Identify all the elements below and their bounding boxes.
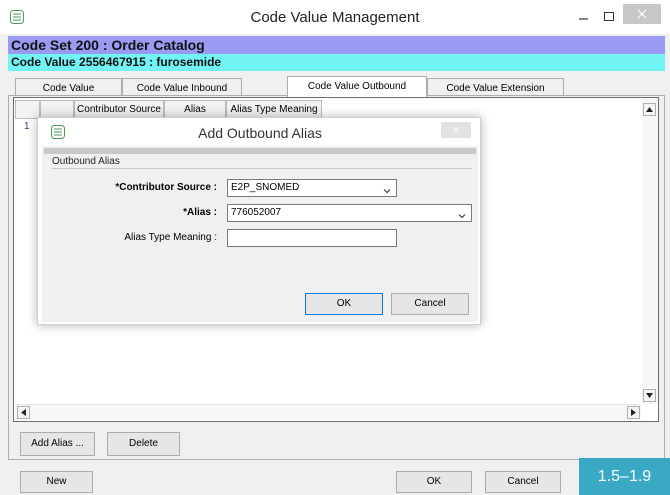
close-button[interactable] <box>623 4 661 24</box>
dialog-cancel-button[interactable]: Cancel <box>391 293 469 315</box>
minimize-button[interactable] <box>573 8 595 26</box>
scroll-down-arrow-icon[interactable] <box>643 389 656 402</box>
version-badge: 1.5–1.9 <box>579 458 670 495</box>
chevron-down-icon <box>383 185 391 194</box>
tab-code-value-outbound[interactable]: Code Value Outbound <box>287 76 427 97</box>
group-divider <box>52 168 472 169</box>
code-value-bar: Code Value 2556467915 : furosemide <box>8 54 665 71</box>
new-button[interactable]: New <box>20 471 93 493</box>
dialog-ok-button[interactable]: OK <box>305 293 383 315</box>
horizontal-scrollbar[interactable] <box>15 404 641 420</box>
group-label-outbound-alias: Outbound Alias <box>52 156 120 167</box>
dialog-header-strip <box>44 148 476 154</box>
add-outbound-alias-dialog: Add Outbound Alias Outbound Alias *Contr… <box>37 117 481 325</box>
vertical-scrollbar[interactable] <box>642 98 658 404</box>
alias-type-meaning-input[interactable] <box>227 229 397 247</box>
alias-value: 776052007 <box>231 207 282 218</box>
alias-type-meaning-label: Alias Type Meaning : <box>124 232 217 243</box>
delete-button[interactable]: Delete <box>107 432 180 456</box>
maximize-button[interactable] <box>598 8 620 26</box>
scroll-right-arrow-icon[interactable] <box>627 406 640 419</box>
code-set-bar: Code Set 200 : Order Catalog <box>8 36 665 54</box>
add-alias-button[interactable]: Add Alias ... <box>20 432 95 456</box>
alias-label: *Alias : <box>183 207 217 218</box>
contributor-source-select[interactable]: E2P_SNOMED <box>227 179 397 197</box>
contributor-source-value: E2P_SNOMED <box>231 182 300 193</box>
alias-combobox[interactable]: 776052007 <box>227 204 472 222</box>
scroll-left-arrow-icon[interactable] <box>17 406 30 419</box>
dialog-body: Outbound Alias *Contributor Source : E2P… <box>42 146 478 322</box>
cancel-button[interactable]: Cancel <box>485 471 561 493</box>
contributor-source-label: *Contributor Source : <box>115 182 217 193</box>
scroll-up-arrow-icon[interactable] <box>643 103 656 116</box>
dialog-close-button[interactable] <box>441 122 471 138</box>
dialog-title: Add Outbound Alias <box>198 125 322 141</box>
ok-button[interactable]: OK <box>396 471 472 493</box>
chevron-down-icon <box>458 210 466 219</box>
window-title: Code Value Management <box>250 9 420 26</box>
